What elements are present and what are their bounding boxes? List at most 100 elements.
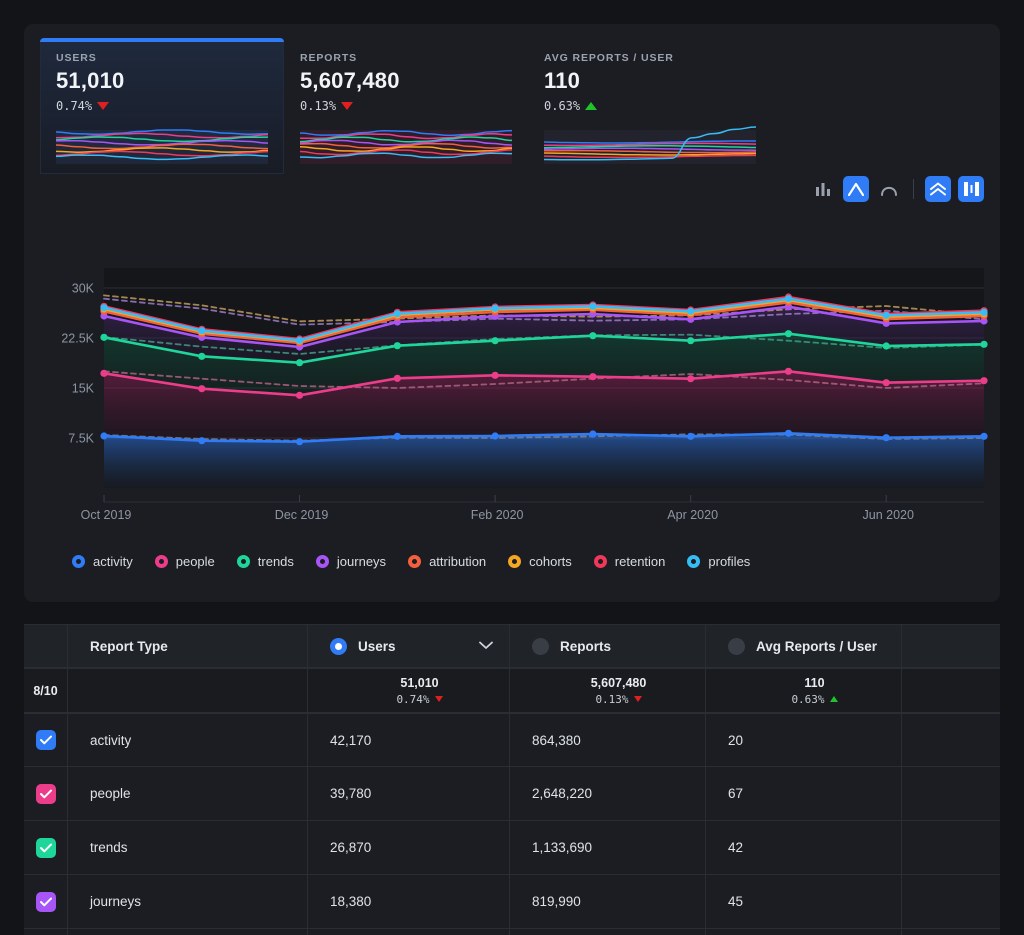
- row-avg-value: 20: [728, 733, 743, 748]
- legend-item-people[interactable]: people: [155, 554, 215, 569]
- row-name: trends: [90, 840, 128, 855]
- data-point-trends: [687, 337, 694, 344]
- row-check-cell: [24, 929, 68, 935]
- data-point-trends: [980, 341, 987, 348]
- kpi-delta: 0.74%: [56, 99, 268, 113]
- row-users-cell: 26,870: [308, 821, 510, 874]
- legend-item-journeys[interactable]: journeys: [316, 554, 386, 569]
- kpi-card-reports[interactable]: REPORTS5,607,4800.13%: [284, 38, 528, 174]
- row-reports-value: 2,648,220: [532, 786, 592, 801]
- header-metric-avg[interactable]: Avg Reports / User: [706, 625, 902, 667]
- table-row[interactable]: trends26,8701,133,69042: [24, 821, 1000, 875]
- radio-users[interactable]: [330, 638, 347, 655]
- data-point-profiles: [100, 304, 107, 311]
- chart-type-split-bar[interactable]: [958, 176, 984, 202]
- row-name-cell: [68, 929, 308, 935]
- row-avg-cell: 67: [706, 767, 902, 820]
- data-point-people: [394, 375, 401, 382]
- row-checkbox[interactable]: [36, 892, 56, 912]
- legend-label: activity: [93, 554, 133, 569]
- legend-label: attribution: [429, 554, 486, 569]
- toolbar-divider: [913, 179, 914, 199]
- data-point-trends: [589, 332, 596, 339]
- row-name: activity: [90, 733, 131, 748]
- chart-type-stacked-area[interactable]: [925, 176, 951, 202]
- y-axis-tick-label: 30K: [72, 282, 95, 296]
- radio-avg-reports-per-user[interactable]: [728, 638, 745, 655]
- data-point-activity: [394, 433, 401, 440]
- summary-type-cell: [68, 669, 308, 712]
- data-point-trends: [198, 353, 205, 360]
- kpi-sparkline: [544, 124, 756, 166]
- data-point-profiles: [296, 337, 303, 344]
- legend-label: profiles: [708, 554, 750, 569]
- kpi-value: 51,010: [56, 68, 268, 94]
- data-point-people: [980, 377, 987, 384]
- legend-item-profiles[interactable]: profiles: [687, 554, 750, 569]
- chevron-down-icon[interactable]: [479, 637, 493, 655]
- summary-avg-delta: 0.63%: [791, 693, 837, 706]
- header-metric-reports-label: Reports: [560, 639, 611, 654]
- row-avg-cell: 20: [706, 714, 902, 766]
- header-check-cell: [24, 625, 68, 667]
- legend-item-trends[interactable]: trends: [237, 554, 294, 569]
- row-spacer-cell: [902, 714, 1000, 766]
- chart-type-bar[interactable]: [810, 176, 836, 202]
- data-point-people: [589, 373, 596, 380]
- peak-line-icon: [848, 183, 864, 196]
- data-point-people: [883, 379, 890, 386]
- data-point-profiles: [785, 295, 792, 302]
- chart-type-line[interactable]: [843, 176, 869, 202]
- summary-avg-delta-text: 0.63%: [791, 693, 824, 706]
- data-point-activity: [296, 438, 303, 445]
- row-users-cell: 39,780: [308, 767, 510, 820]
- summary-avg-cell: 110 0.63%: [706, 669, 902, 712]
- check-icon: [40, 735, 52, 745]
- kpi-card-avg-reports-user[interactable]: AVG REPORTS / USER1100.63%: [528, 38, 772, 174]
- kpi-delta-text: 0.74%: [56, 99, 92, 113]
- row-avg-cell: [706, 929, 902, 935]
- analytics-panel: USERS51,0100.74%REPORTS5,607,4800.13%AVG…: [24, 24, 1000, 602]
- legend-color-swatch: [594, 555, 607, 568]
- data-point-people: [492, 372, 499, 379]
- header-metric-users[interactable]: Users: [308, 625, 510, 667]
- data-point-people: [687, 375, 694, 382]
- data-point-activity: [980, 433, 987, 440]
- header-metric-users-label: Users: [358, 639, 396, 654]
- data-point-activity: [883, 434, 890, 441]
- kpi-card-users[interactable]: USERS51,0100.74%: [40, 38, 284, 174]
- row-reports-cell: 864,380: [510, 714, 706, 766]
- table-row[interactable]: [24, 929, 1000, 935]
- table-row[interactable]: activity42,170864,38020: [24, 713, 1000, 767]
- legend-item-retention[interactable]: retention: [594, 554, 666, 569]
- row-checkbox[interactable]: [36, 838, 56, 858]
- row-avg-value: 45: [728, 894, 743, 909]
- row-avg-cell: 45: [706, 875, 902, 928]
- x-axis-tick-label: Dec 2019: [275, 508, 329, 522]
- row-checkbox[interactable]: [36, 730, 56, 750]
- table-row[interactable]: journeys18,380819,99045: [24, 875, 1000, 929]
- data-point-people: [785, 368, 792, 375]
- legend-color-swatch: [316, 555, 329, 568]
- header-report-type: Report Type: [68, 625, 308, 667]
- selected-count: 8/10: [33, 684, 57, 698]
- legend-item-attribution[interactable]: attribution: [408, 554, 486, 569]
- summary-users-delta: 0.74%: [396, 693, 442, 706]
- stacked-area-icon: [930, 182, 946, 196]
- row-users-value: 26,870: [330, 840, 371, 855]
- chart-legend: activity people trends journeys attribution c…: [72, 554, 750, 569]
- legend-item-activity[interactable]: activity: [72, 554, 133, 569]
- trend-down-icon: [97, 102, 109, 110]
- summary-spacer-cell: [902, 669, 1000, 712]
- table-row[interactable]: people39,7802,648,22067: [24, 767, 1000, 821]
- chart-type-arc[interactable]: [876, 176, 902, 202]
- legend-item-cohorts[interactable]: cohorts: [508, 554, 572, 569]
- row-users-value: 39,780: [330, 786, 371, 801]
- main-chart: 7.5K15K22.5K30KOct 2019Dec 2019Feb 2020A…: [24, 236, 1000, 546]
- radio-reports[interactable]: [532, 638, 549, 655]
- header-metric-reports[interactable]: Reports: [510, 625, 706, 667]
- data-point-trends: [883, 342, 890, 349]
- row-checkbox[interactable]: [36, 784, 56, 804]
- summary-count-cell: 8/10: [24, 669, 68, 712]
- y-axis-tick-label: 15K: [72, 382, 95, 396]
